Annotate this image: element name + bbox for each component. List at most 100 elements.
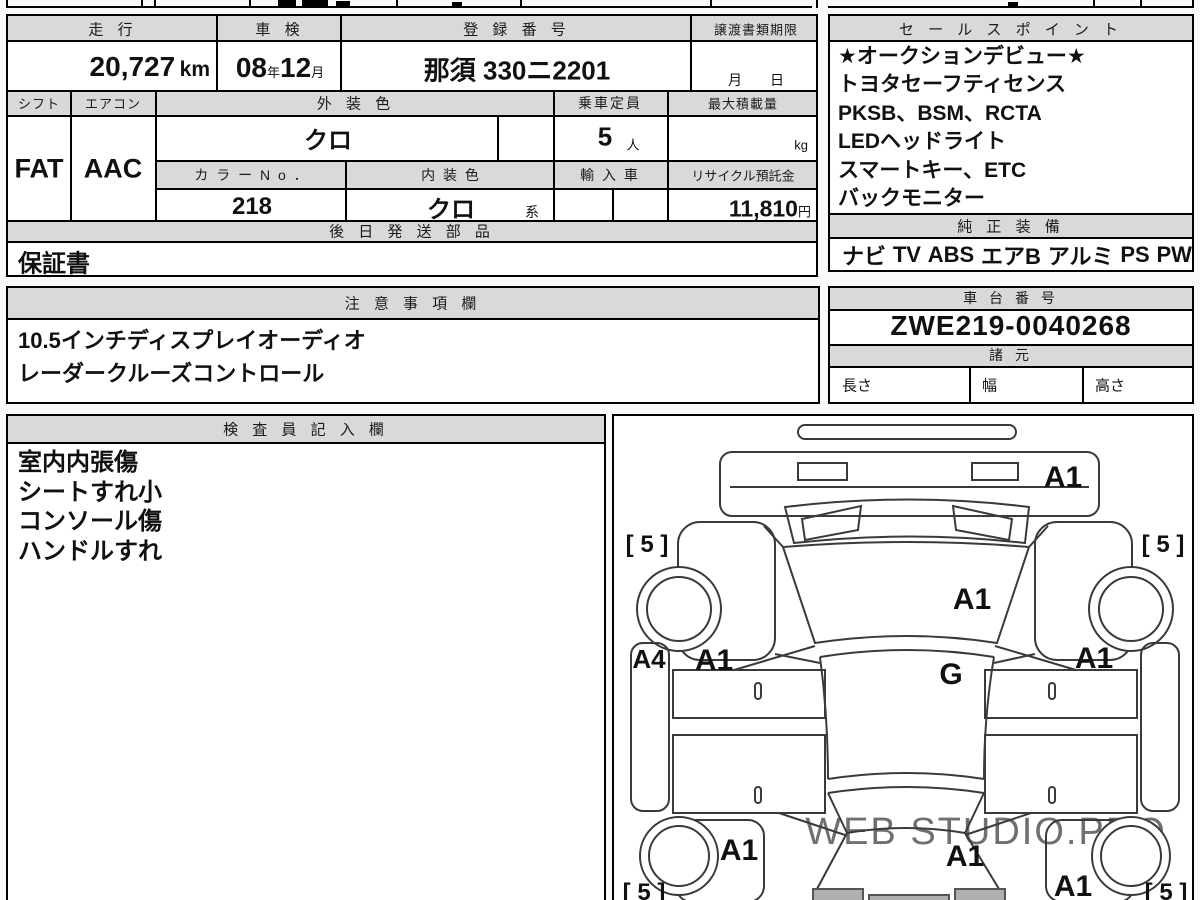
cutoff-text-fragment xyxy=(302,0,328,6)
max-load-unit: kg xyxy=(794,137,808,153)
damage-label-right-rear: A1 xyxy=(1054,870,1092,900)
equipment-item: PS xyxy=(1120,241,1150,267)
front-bumper-insert xyxy=(797,462,848,481)
damage-label-left-rear: A1 xyxy=(720,834,758,867)
grid-line xyxy=(8,115,816,117)
inspector-note: 室内内張傷 xyxy=(18,449,138,476)
equipment-item: アルミ xyxy=(1047,243,1114,269)
transfer-docs-value: 月 日 xyxy=(728,72,784,88)
recycle-deposit-label: リサイクル預託金 xyxy=(691,168,795,184)
equipment-item: ABS xyxy=(927,241,975,267)
grid-line xyxy=(1093,0,1095,8)
tire-label-front-right: [ 5 ] xyxy=(1142,531,1185,558)
sales-points-block: セ ー ル ス ポ イ ン ト ★オークションデビュー★ トヨタセーフティセンス… xyxy=(828,14,1194,272)
front-bumper-shape xyxy=(719,451,1100,517)
inspector-note: ハンドルすれ xyxy=(18,537,162,565)
grid-line xyxy=(249,0,251,8)
equipment-item: PW xyxy=(1156,241,1192,267)
grid-line xyxy=(70,90,72,222)
capacity-value: 5 xyxy=(597,121,613,152)
damage-label-front-bumper: A1 xyxy=(1044,461,1082,494)
pillar-line xyxy=(1028,525,1049,548)
specs-label: 諸 元 xyxy=(989,347,1033,363)
registration-label: 登 録 番 号 xyxy=(463,21,571,39)
wheel-front-right-inner xyxy=(1098,576,1164,642)
grid-line xyxy=(345,160,347,222)
exterior-color-label: 外 装 色 xyxy=(316,95,396,113)
door-rear-right-shape xyxy=(984,734,1138,814)
mileage-value: 20,727 km xyxy=(89,51,210,82)
sales-points-label: セ ー ル ス ポ イ ン ト xyxy=(898,21,1124,39)
sales-point: バックモニター xyxy=(838,187,985,211)
cutoff-text-fragment xyxy=(278,0,296,6)
grid-line xyxy=(8,40,816,42)
grid-line xyxy=(8,318,818,320)
rocker-right-shape xyxy=(1140,642,1180,812)
grid-line xyxy=(6,0,8,8)
note-line: レーダークルーズコントロール xyxy=(18,361,325,386)
door-rear-left-shape xyxy=(672,734,826,814)
max-load-label: 最大積載量 xyxy=(707,96,779,112)
aircon-label: エアコン xyxy=(84,96,142,112)
exterior-color-value: クロ xyxy=(304,127,352,155)
door-handle xyxy=(1048,682,1056,700)
grid-line xyxy=(553,90,555,222)
tail-light-shape xyxy=(812,888,864,900)
equipment-item: エアB xyxy=(981,243,1041,269)
door-handle xyxy=(1048,786,1056,804)
damage-label-roof: G xyxy=(939,658,962,691)
interior-color-label: 内 装 色 xyxy=(421,167,481,183)
grid-line xyxy=(157,188,816,190)
notes-list: 10.5インチディスプレイオーディオ レーダークルーズコントロール xyxy=(18,324,366,390)
registration-value: 那須 330ニ2201 xyxy=(423,55,611,86)
roof-arc xyxy=(819,649,995,658)
sales-point: ★オークションデビュー★ xyxy=(838,45,1086,68)
cutoff-text-fragment xyxy=(1008,2,1018,6)
note-line: 10.5インチディスプレイオーディオ xyxy=(18,328,366,353)
pillar-line xyxy=(763,525,784,548)
capacity-label: 乗車定員 xyxy=(578,95,642,111)
genuine-equipment-list: ナビ TV ABS エアB アルミ PS PW xyxy=(836,237,1198,272)
grid-line xyxy=(396,0,398,8)
inspector-note: シートすれ小 xyxy=(18,478,162,506)
tail-light-shape xyxy=(954,888,1006,900)
transfer-docs-label: 譲渡書類期限 xyxy=(713,22,799,38)
cutoff-text-fragment xyxy=(336,1,350,6)
cutoff-text-fragment xyxy=(452,2,462,6)
damage-label-left-rocker: A4 xyxy=(632,644,666,674)
grid-line xyxy=(1192,0,1194,8)
rear-window-arc xyxy=(827,772,985,780)
wheel-rear-left-inner xyxy=(648,825,710,887)
import-car-label: 輸 入 車 xyxy=(580,167,640,183)
chassis-no-value: ZWE219-0040268 xyxy=(890,310,1132,341)
grid-line xyxy=(155,90,157,222)
spec-height-label: 高さ xyxy=(1095,377,1126,395)
equipment-item: TV xyxy=(892,241,921,267)
genuine-equipment-label: 純 正 装 備 xyxy=(957,218,1065,236)
car-damage-diagram: WEB STUDIO.PRO A1 [5] [5] A1 G A4 A1… xyxy=(612,414,1194,900)
tire-label-rear-right: [ 5 ] xyxy=(1145,879,1188,900)
equipment-item: ナビ xyxy=(842,243,887,269)
grid-line xyxy=(830,40,1192,42)
shift-label: シフト xyxy=(17,96,61,112)
damage-label-left-front-door: A1 xyxy=(695,644,733,677)
front-bumper-insert xyxy=(971,462,1019,481)
recycle-deposit-value: 11,810円 xyxy=(728,195,811,222)
door-handle xyxy=(754,786,762,804)
grid-line xyxy=(710,0,712,8)
hood-shape xyxy=(781,541,1031,645)
inspector-notes-block: 検 査 員 記 入 欄 室内内張傷 シートすれ小 コンソール傷 ハンドルすれ xyxy=(6,414,606,900)
roof-spoiler-shape xyxy=(797,424,1017,440)
later-parts-label: 後 日 発 送 部 品 xyxy=(329,223,495,241)
interior-color-value: クロ xyxy=(427,196,475,224)
notes-block: 注 意 事 項 欄 10.5インチディスプレイオーディオ レーダークルーズコント… xyxy=(6,286,820,404)
grid-line xyxy=(830,366,1192,368)
spec-length-label: 長さ xyxy=(842,377,873,395)
wiper-shape xyxy=(800,504,863,542)
later-parts-value: 保証書 xyxy=(18,250,90,278)
grid-line xyxy=(157,160,816,162)
shaken-value: 08年12月 xyxy=(235,52,325,83)
wheel-rear-right-inner xyxy=(1100,825,1162,887)
rear-bumper-bar xyxy=(868,894,950,900)
grid-line xyxy=(154,0,156,8)
